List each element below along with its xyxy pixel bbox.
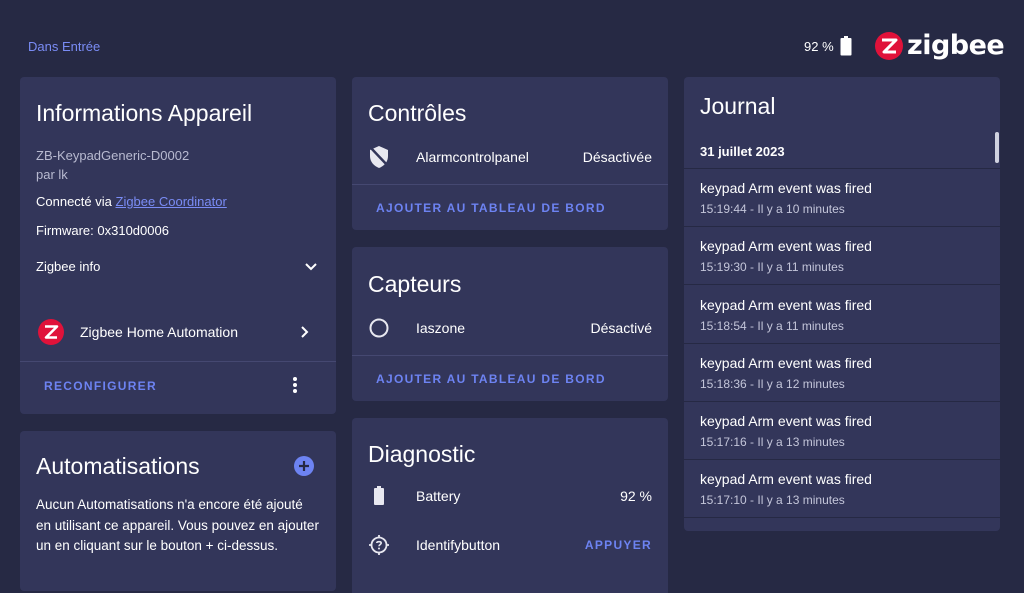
journal-entry-time: 15:17:16 - Il y a 13 minutes [700,435,845,449]
zha-integration-icon [38,319,64,345]
integration-row[interactable]: Zigbee Home Automation [38,319,310,345]
identify-name: Identifybutton [416,537,501,553]
controls-title: Contrôles [368,100,467,126]
connected-via-label: Connecté via [36,194,116,209]
add-automation-icon[interactable] [293,455,315,477]
journal-entry[interactable]: keypad Arm event was fired 15:17:10 - Il… [684,460,1000,518]
device-info-title: Informations Appareil [36,100,253,126]
journal-entry[interactable]: keypad Arm event was fired 15:17:16 - Il… [684,402,1000,460]
zigbee-info-label: Zigbee info [36,259,101,274]
device-manufacturer: par lk [36,167,68,182]
device-model: ZB-KeypadGeneric-D0002 [36,148,190,163]
identify-row: Identifybutton APPUYER [368,534,652,556]
iaszone-row[interactable]: Iaszone Désactivé [368,317,652,339]
journal-entry-message: keypad Arm event was fired [700,238,872,254]
battery-icon [840,36,852,56]
sensors-add-to-dashboard-button[interactable]: AJOUTER AU TABLEAU DE BORD [376,372,606,386]
iaszone-state: Désactivé [590,320,652,336]
chevron-down-icon [305,262,317,270]
journal-entry[interactable]: keypad Arm event was fired 15:19:44 - Il… [684,169,1000,227]
journal-entry-message: keypad Arm event was fired [700,413,872,429]
chevron-right-icon [301,326,309,338]
diagnostic-title: Diagnostic [368,441,476,467]
zigbee-coordinator-link[interactable]: Zigbee Coordinator [116,194,227,209]
journal-entry-message: keypad Arm event was fired [700,180,872,196]
identify-press-button[interactable]: APPUYER [585,538,652,552]
journal-entry-time: 15:19:44 - Il y a 10 minutes [700,202,845,216]
journal-entry-message: keypad Arm event was fired [700,297,872,313]
shield-off-icon [370,146,389,168]
journal-date: 31 juillet 2023 [700,144,785,159]
circle-outline-icon [369,318,389,338]
sensors-divider [352,355,668,356]
reconfigure-button[interactable]: RECONFIGURER [44,379,157,393]
journal-entry-message: keypad Arm event was fired [700,355,872,371]
battery-icon [374,486,384,505]
zigbee-logo: zigbee [875,30,1005,61]
journal-entry-time: 15:18:54 - Il y a 11 minutes [700,319,844,333]
more-vertical-icon[interactable] [292,376,298,394]
automations-title: Automatisations [36,453,200,479]
battery-level-text: 92 % [804,38,834,54]
sensors-title: Capteurs [368,271,462,297]
battery-row[interactable]: Battery 92 % [368,485,652,507]
automations-card: Automatisations Aucun Automatisations n'… [20,431,336,591]
device-info-divider [20,361,336,362]
zigbee-info-expander[interactable]: Zigbee info [36,259,318,274]
journal-entry-time: 15:19:30 - Il y a 11 minutes [700,260,844,274]
battery-status: 92 % [804,36,852,56]
journal-entry[interactable]: keypad Arm event was fired 15:18:36 - Il… [684,344,1000,402]
alarm-control-panel-row[interactable]: Alarmcontrolpanel Désactivée [368,145,652,169]
controls-card: Contrôles Alarmcontrolpanel Désactivée A… [352,77,668,230]
device-info-card: Informations Appareil ZB-KeypadGeneric-D… [20,77,336,414]
battery-value: 92 % [620,488,652,504]
breadcrumb-link[interactable]: Dans Entrée [28,39,100,54]
connected-via: Connecté via Zigbee Coordinator [36,194,227,209]
automations-empty-text: Aucun Automatisations n'a encore été ajo… [36,497,319,553]
journal-entry[interactable]: keypad Arm event was fired 15:19:30 - Il… [684,227,1000,285]
zigbee-logo-icon [875,31,903,60]
controls-divider [352,184,668,185]
journal-title: Journal [700,93,776,119]
zigbee-logo-text: zigbee [907,30,1005,61]
journal-entry[interactable]: keypad Arm event was fired 15:18:54 - Il… [684,286,1000,344]
journal-list: keypad Arm event was fired 15:19:44 - Il… [684,169,1000,531]
diagnostic-card: Diagnostic Battery 92 % Identifybutton A… [352,418,668,593]
journal-entry-time: 15:18:36 - Il y a 12 minutes [700,377,845,391]
battery-name: Battery [416,488,461,504]
controls-add-to-dashboard-button[interactable]: AJOUTER AU TABLEAU DE BORD [376,201,606,215]
crosshairs-question-icon [369,535,389,555]
sensors-card: Capteurs Iaszone Désactivé AJOUTER AU TA… [352,247,668,401]
firmware-version: Firmware: 0x310d0006 [36,223,169,238]
journal-entry-time: 15:17:10 - Il y a 13 minutes [700,493,845,507]
journal-scrollbar[interactable] [995,132,999,163]
iaszone-name: Iaszone [416,320,466,336]
journal-card: Journal 31 juillet 2023 keypad Arm event… [684,77,1000,531]
journal-entry-message: keypad Arm event was fired [700,471,872,487]
alarm-control-panel-state: Désactivée [582,149,652,165]
integration-label: Zigbee Home Automation [80,324,238,340]
alarm-control-panel-name: Alarmcontrolpanel [416,149,529,165]
